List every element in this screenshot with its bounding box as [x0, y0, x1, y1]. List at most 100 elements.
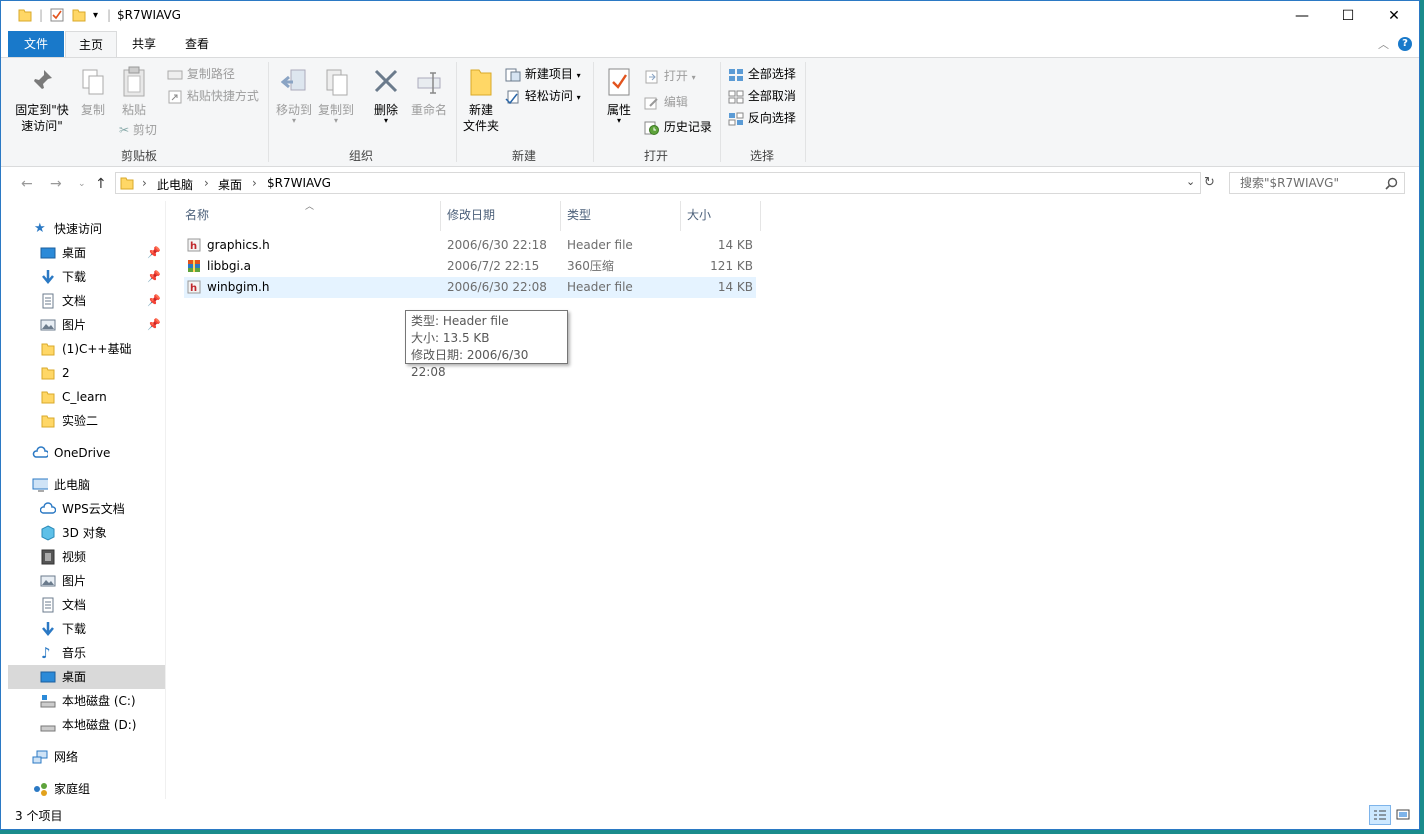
column-header-name[interactable]: 名称 — [179, 201, 441, 231]
open-button[interactable]: 打开 ▾ — [644, 68, 696, 86]
minimize-button[interactable]: — — [1279, 1, 1325, 31]
rename-button[interactable]: 重命名 — [407, 68, 451, 118]
nav-qa-folder[interactable]: C_learn — [8, 385, 165, 409]
new-folder-icon — [470, 69, 492, 96]
header-file-icon: h — [187, 280, 201, 294]
back-arrow-icon[interactable]: ← — [21, 176, 33, 192]
search-input[interactable]: 搜索"$R7WIAVG" — [1229, 172, 1405, 194]
group-separator — [805, 62, 806, 162]
easy-access-button[interactable]: 轻松访问 ▾ — [505, 88, 581, 106]
paste-button[interactable]: 粘贴 — [115, 66, 153, 118]
nav-quick-access[interactable]: ★ 快速访问 — [8, 217, 165, 241]
select-all-button[interactable]: 全部选择 — [728, 66, 796, 82]
delete-button[interactable]: 删除 ▾ — [365, 68, 407, 125]
file-row[interactable]: libbgi.a 2006/7/2 22:15 360压缩 121 KB — [184, 256, 756, 277]
tab-view[interactable]: 查看 — [173, 31, 221, 57]
copy-to-icon — [326, 69, 348, 96]
help-icon[interactable]: ? — [1398, 37, 1412, 51]
cloud-icon — [40, 502, 56, 514]
breadcrumb-this-pc[interactable]: 此电脑 — [157, 176, 193, 193]
nav-homegroup[interactable]: 家庭组 — [8, 777, 165, 801]
copy-button[interactable]: 复制 — [75, 68, 111, 118]
nav-network[interactable]: 网络 — [8, 745, 165, 769]
breadcrumb-separator[interactable]: › — [204, 176, 209, 190]
column-header-modified[interactable]: 修改日期 — [441, 201, 561, 231]
breadcrumb-current[interactable]: $R7WIAVG — [267, 176, 331, 190]
copy-path-button[interactable]: 复制路径 — [167, 66, 235, 82]
nav-pc-videos[interactable]: 视频 — [8, 545, 165, 569]
nav-pc-documents[interactable]: 文档 — [8, 593, 165, 617]
tooltip-type: 类型: Header file — [411, 314, 509, 328]
open-icon — [645, 70, 658, 83]
breadcrumb-desktop[interactable]: 桌面 — [218, 176, 242, 193]
pin-icon: 📌 — [147, 246, 161, 259]
properties-quick-icon[interactable] — [50, 8, 64, 22]
tab-share[interactable]: 共享 — [121, 31, 167, 57]
tooltip-modified: 修改日期: 2006/6/30 22:08 — [411, 348, 529, 379]
nav-pc-pictures[interactable]: 图片 — [8, 569, 165, 593]
nav-pc-drive-c[interactable]: 本地磁盘 (C:) — [8, 689, 165, 713]
group-label-open: 打开 — [643, 149, 668, 163]
collapse-ribbon-icon[interactable]: ︿ — [1378, 36, 1389, 52]
column-header-size[interactable]: 大小 — [681, 201, 761, 231]
nav-qa-documents[interactable]: 文档 📌 — [8, 289, 165, 313]
refresh-icon[interactable]: ↻ — [1204, 175, 1215, 190]
group-label-new: 新建 — [511, 149, 536, 163]
paste-shortcut-button[interactable]: 粘贴快捷方式 — [167, 88, 259, 104]
details-view-button[interactable] — [1369, 805, 1391, 825]
cut-button[interactable]: ✂ 剪切 — [119, 122, 157, 138]
new-folder-quick-icon[interactable] — [72, 8, 86, 22]
nav-this-pc[interactable]: 此电脑 — [8, 473, 165, 497]
group-separator — [720, 62, 721, 162]
nav-pc-music[interactable]: ♪ 音乐 — [8, 641, 165, 665]
navigation-bar: ← → ⌄ ↑ › 此电脑 › 桌面 › $R7WIAVG ⌄ ↻ 搜索"$R7… — [1, 167, 1419, 201]
nav-qa-folder[interactable]: 2 — [8, 361, 165, 385]
file-row[interactable]: h graphics.h 2006/6/30 22:18 Header file… — [184, 235, 756, 256]
maximize-button[interactable]: ☐ — [1325, 1, 1371, 31]
breadcrumb-separator[interactable]: › — [142, 176, 147, 190]
tab-home[interactable]: 主页 — [65, 31, 117, 58]
folder-icon — [41, 343, 55, 356]
nav-qa-folder[interactable]: 实验二 — [8, 409, 165, 433]
file-row[interactable]: h winbgim.h 2006/6/30 22:08 Header file … — [184, 277, 756, 298]
tab-file[interactable]: 文件 — [8, 31, 64, 57]
desktop-icon — [40, 247, 56, 259]
large-icons-view-button[interactable] — [1393, 805, 1413, 825]
copy-to-button[interactable]: 复制到 ▾ — [315, 68, 357, 125]
new-item-button[interactable]: 新建项目 ▾ — [505, 66, 581, 84]
copy-icon — [82, 69, 104, 95]
large-icons-view-icon — [1396, 809, 1410, 820]
address-dropdown-icon[interactable]: ⌄ — [1186, 175, 1195, 188]
nav-pc-downloads[interactable]: 下载 — [8, 617, 165, 641]
history-button[interactable]: 历史记录 — [644, 119, 712, 135]
folder-icon — [41, 367, 55, 380]
nav-pc-wps[interactable]: WPS云文档 — [8, 497, 165, 521]
nav-pc-3d-objects[interactable]: 3D 对象 — [8, 521, 165, 545]
move-to-button[interactable]: 移动到 ▾ — [273, 68, 315, 125]
forward-arrow-icon[interactable]: → — [50, 176, 62, 192]
group-separator — [593, 62, 594, 162]
nav-qa-pictures[interactable]: 图片 📌 — [8, 313, 165, 337]
status-bar: 3 个项目 — [1, 801, 1419, 829]
nav-qa-folder[interactable]: (1)C++基础 — [8, 337, 165, 361]
nav-pc-drive-d[interactable]: 本地磁盘 (D:) — [8, 713, 165, 737]
address-bar[interactable]: › 此电脑 › 桌面 › $R7WIAVG ⌄ — [115, 172, 1201, 194]
nav-qa-desktop[interactable]: 桌面 📌 — [8, 241, 165, 265]
nav-onedrive[interactable]: OneDrive — [8, 441, 165, 465]
recent-locations-icon[interactable]: ⌄ — [78, 179, 86, 189]
close-button[interactable]: ✕ — [1371, 1, 1417, 31]
customize-toolbar-icon[interactable]: ▾ — [93, 10, 98, 21]
select-none-button[interactable]: 全部取消 — [728, 88, 796, 104]
invert-selection-button[interactable]: 反向选择 — [728, 110, 796, 126]
video-icon — [41, 549, 55, 565]
up-arrow-icon[interactable]: ↑ — [95, 176, 107, 192]
breadcrumb-separator[interactable]: › — [252, 176, 257, 190]
properties-button[interactable]: 属性 ▾ — [599, 66, 639, 125]
nav-qa-downloads[interactable]: 下载 📌 — [8, 265, 165, 289]
navigation-pane: ★ 快速访问 桌面 📌 下载 📌 文档 📌 图片 📌 (1)C++基础 2 C_lear… — [8, 201, 166, 799]
column-header-type[interactable]: 类型 — [561, 201, 681, 231]
nav-pc-desktop[interactable]: 桌面 — [8, 665, 165, 689]
edit-button[interactable]: 编辑 — [644, 94, 688, 110]
pin-quick-access-button[interactable]: 固定到"快 速访问" — [9, 68, 75, 134]
new-folder-button[interactable]: 新建 文件夹 — [459, 66, 503, 134]
